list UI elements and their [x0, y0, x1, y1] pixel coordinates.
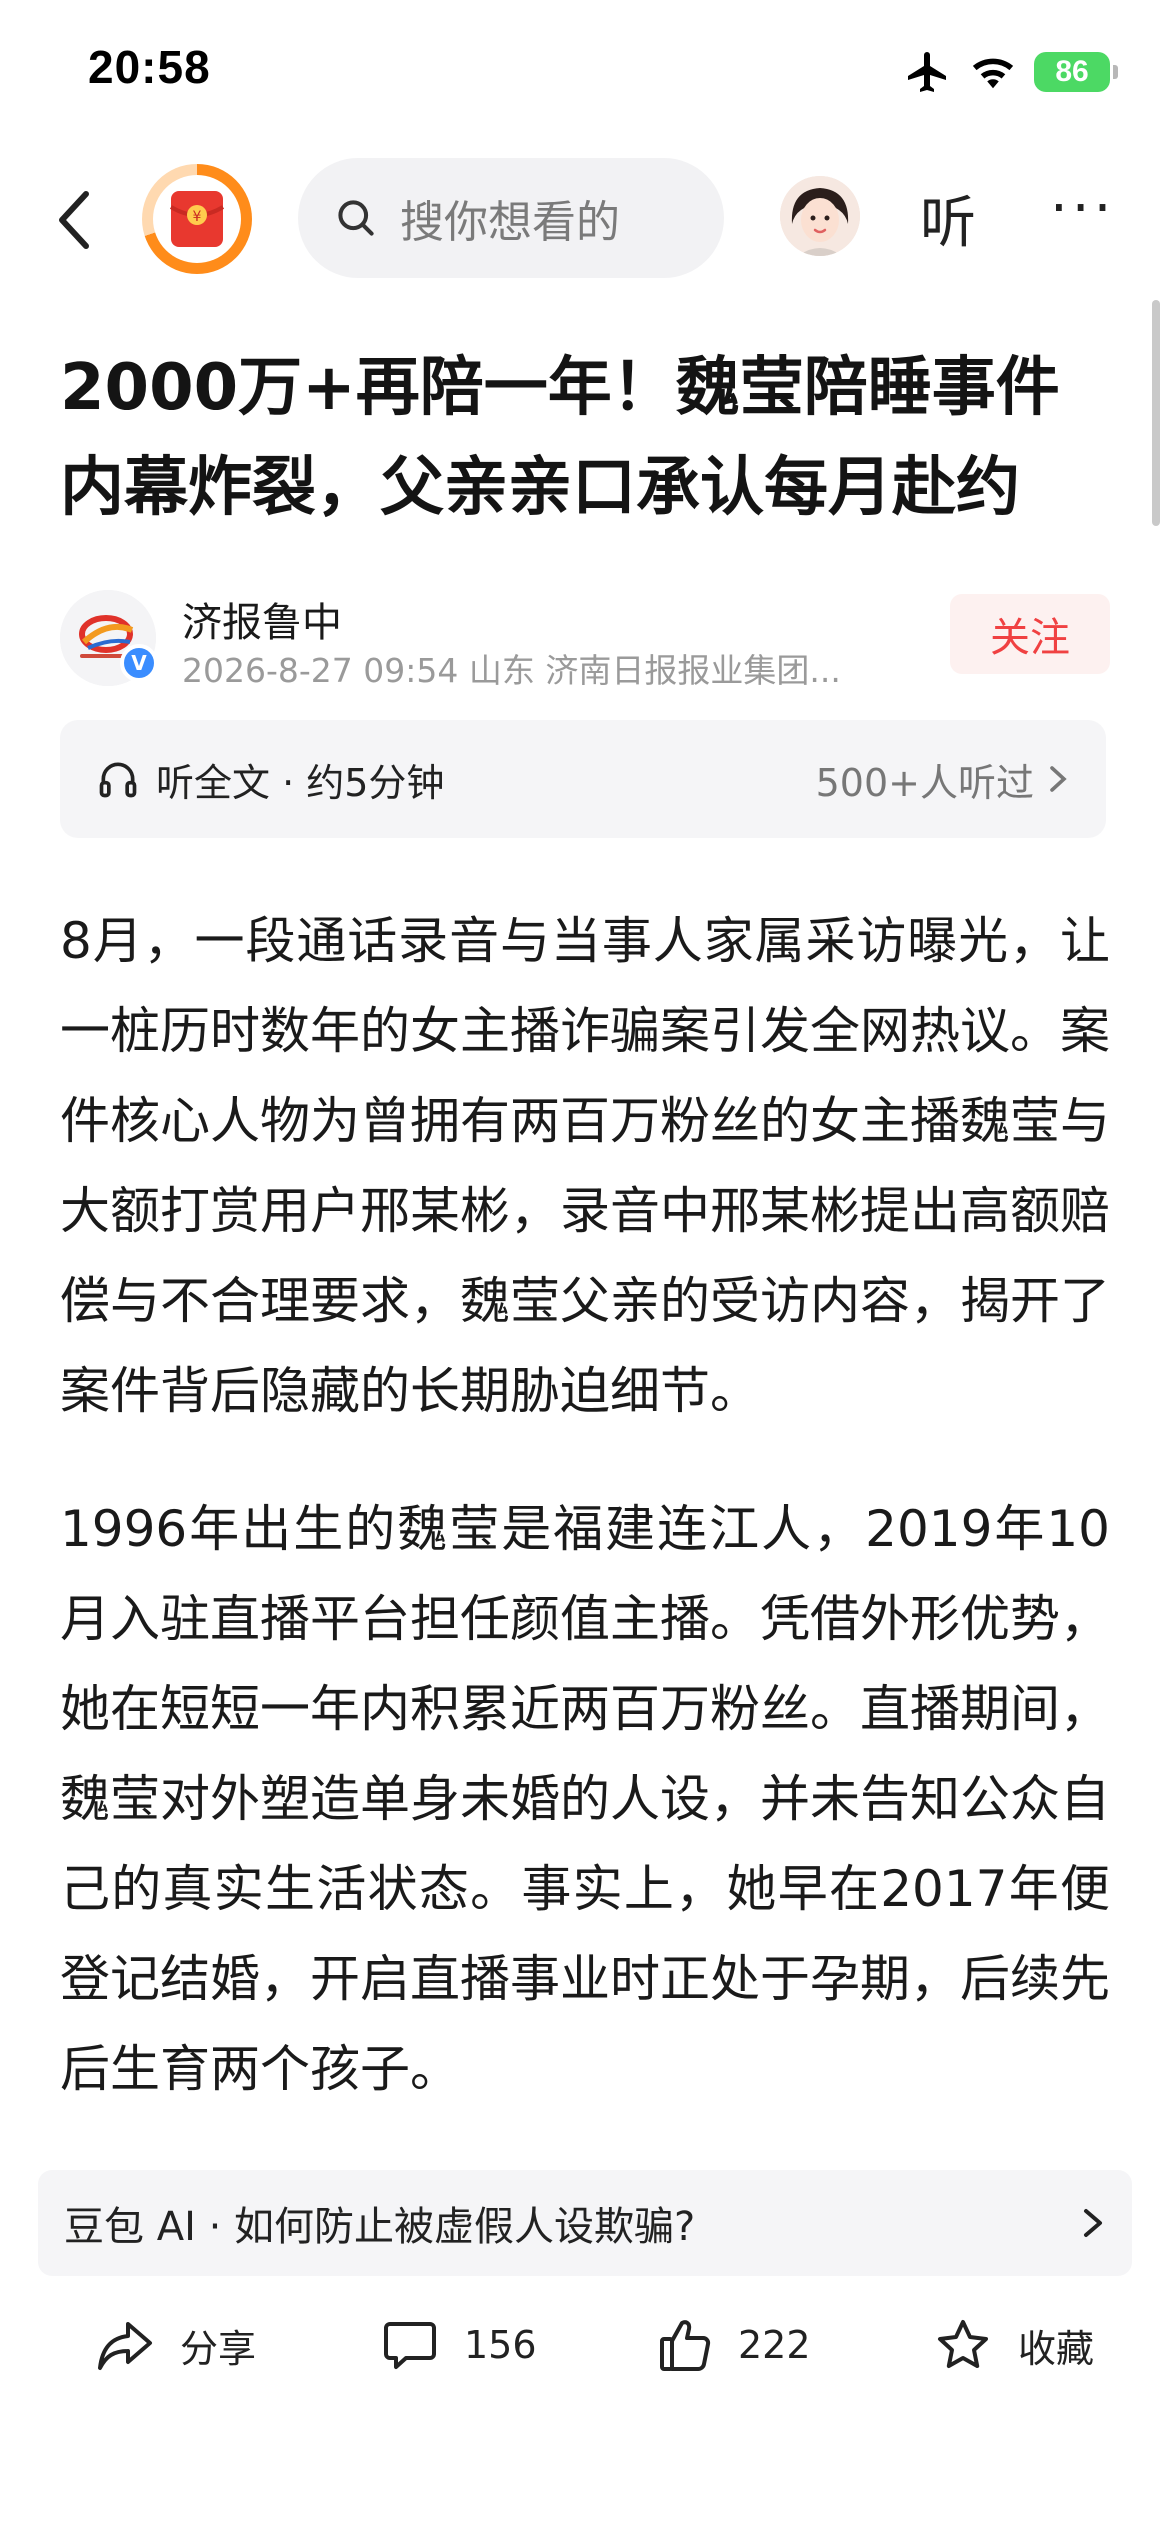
comment-icon: [384, 2322, 436, 2369]
favorite-button[interactable]: 收藏: [934, 2310, 1094, 2380]
headphones-icon: [99, 762, 137, 798]
star-icon: [938, 2320, 988, 2368]
chevron-right-icon: [1084, 2209, 1102, 2237]
article-title: 2000万+再陪一年！魏莹陪睡事件内幕炸裂，父亲亲口承认每月赴约: [60, 351, 1060, 525]
status-bar: 20:58 86: [0, 0, 1170, 150]
listen-full-article-card[interactable]: 听全文 · 约5分钟 500+人听过: [60, 720, 1106, 838]
share-label: 分享: [180, 2326, 257, 2371]
avatar[interactable]: [780, 176, 860, 256]
search-icon: [338, 200, 374, 236]
author-name[interactable]: 济报鲁中: [182, 590, 342, 648]
battery-level: 86: [1055, 55, 1089, 88]
status-icons: 86: [904, 48, 1118, 96]
chevron-right-icon: [1050, 766, 1067, 792]
bottom-action-bar: 分享 156 222 收藏: [0, 2290, 1170, 2400]
airplane-icon: [908, 52, 946, 92]
more-icon[interactable]: ···: [1050, 176, 1115, 241]
comment-button[interactable]: 156: [382, 2310, 537, 2380]
listen-card-right: 500+人听过: [816, 752, 1070, 807]
top-nav: ¥ 搜你想看的 听 ···: [0, 150, 1170, 290]
favorite-label: 收藏: [1018, 2326, 1095, 2371]
like-button[interactable]: 222: [658, 2310, 811, 2380]
listen-card-label: 听全文 · 约5分钟: [156, 760, 445, 805]
author-meta: 2026-8-27 09:54 山东 济南日报报业集团...: [182, 651, 841, 690]
share-button[interactable]: 分享: [96, 2310, 256, 2380]
red-packet-icon: ¥: [153, 175, 241, 263]
listen-card-left: 听全文 · 约5分钟: [96, 752, 444, 807]
status-time: 20:58: [88, 41, 211, 93]
back-icon[interactable]: [40, 180, 110, 260]
battery-icon: 86: [1034, 52, 1118, 92]
listen-count: 500+人听过: [815, 760, 1034, 805]
ai-suggestion-text: 豆包 AI · 如何防止被虚假人设欺骗?: [64, 2204, 696, 2250]
share-icon: [98, 2322, 152, 2370]
like-icon: [660, 2320, 711, 2371]
follow-button[interactable]: 关注: [950, 594, 1110, 674]
wifi-icon: [972, 58, 1014, 89]
comment-count: 156: [464, 2323, 537, 2367]
scrollbar[interactable]: [1152, 300, 1160, 526]
paragraph: 8月，一段通话录音与当事人家属采访曝光，让一桩历时数年的女主播诈骗案引发全网热议…: [60, 912, 1110, 1420]
ai-suggestion-bar[interactable]: 豆包 AI · 如何防止被虚假人设欺骗?: [38, 2170, 1132, 2276]
red-packet-button[interactable]: ¥: [142, 164, 252, 274]
verified-icon: V: [120, 644, 158, 682]
article-body: 8月，一段通话录音与当事人家属采访曝光，让一桩历时数年的女主播诈骗案引发全网热议…: [60, 896, 1110, 2148]
paragraph: 1996年出生的魏莹是福建连江人，2019年10月入驻直播平台担任颜值主播。凭借…: [60, 1500, 1110, 2098]
search-placeholder: 搜你想看的: [400, 197, 620, 248]
content-fade: [0, 2140, 1170, 2170]
like-count: 222: [738, 2323, 811, 2367]
listen-button[interactable]: 听: [920, 178, 976, 259]
author-row: V 济报鲁中 2026-8-27 09:54 山东 济南日报报业集团... 关注: [60, 586, 1110, 696]
search-input[interactable]: 搜你想看的: [298, 158, 724, 278]
svg-text:¥: ¥: [193, 209, 202, 225]
